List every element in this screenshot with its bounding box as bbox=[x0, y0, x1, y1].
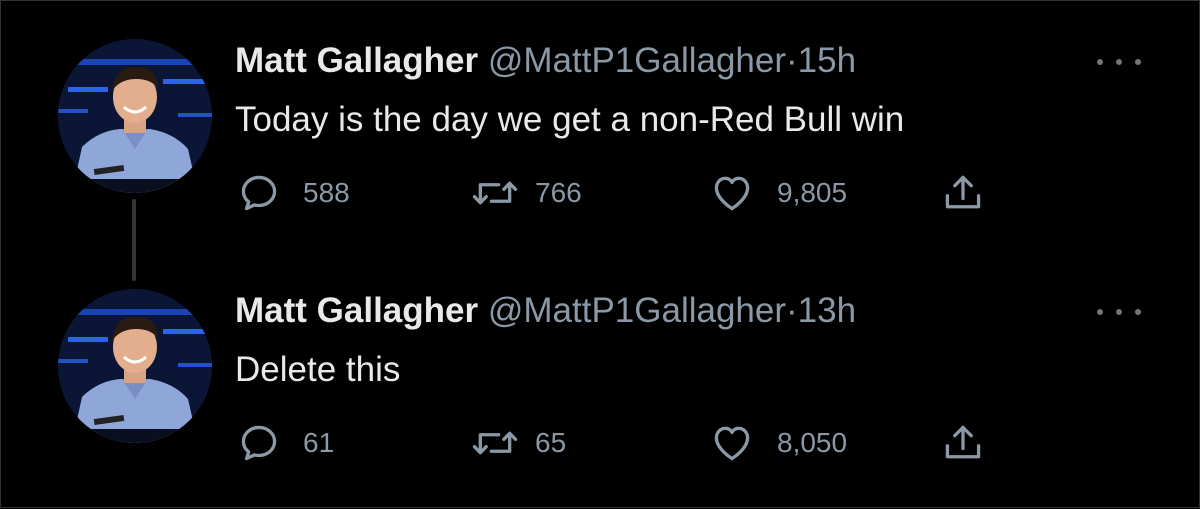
display-name[interactable]: Matt Gallagher bbox=[235, 291, 478, 330]
reply-count: 588 bbox=[303, 177, 350, 208]
like-button[interactable]: 9,805 bbox=[709, 169, 847, 217]
share-button[interactable] bbox=[941, 419, 985, 467]
reply-button[interactable]: 61 bbox=[237, 419, 334, 467]
separator-dot: · bbox=[786, 291, 798, 330]
retweet-button[interactable]: 65 bbox=[471, 419, 566, 467]
reply-icon bbox=[241, 425, 277, 461]
retweet-button[interactable]: 766 bbox=[471, 169, 582, 217]
retweet-icon bbox=[472, 431, 518, 455]
like-count: 8,050 bbox=[777, 427, 848, 458]
tweet-actions: 61 65 8,050 bbox=[1, 419, 1200, 467]
tweet-header: Matt Gallagher @MattP1Gallagher·13h bbox=[235, 289, 856, 333]
timestamp[interactable]: 13h bbox=[798, 291, 856, 330]
tweet-actions: 588 766 9,805 bbox=[1, 169, 1200, 217]
tweet[interactable]: Matt Gallagher @MattP1Gallagher·13h Dele… bbox=[1, 251, 1200, 509]
share-icon bbox=[945, 175, 981, 209]
more-icon[interactable] bbox=[1097, 303, 1141, 319]
separator-dot: · bbox=[786, 41, 798, 80]
reply-button[interactable]: 588 bbox=[237, 169, 350, 217]
tweet-thread: Matt Gallagher @MattP1Gallagher·15h Toda… bbox=[0, 0, 1200, 508]
timestamp[interactable]: 15h bbox=[798, 41, 856, 80]
user-handle[interactable]: @MattP1Gallagher bbox=[488, 41, 786, 80]
share-button[interactable] bbox=[941, 169, 985, 217]
share-icon bbox=[945, 425, 981, 459]
reply-icon bbox=[241, 175, 277, 211]
tweet-header: Matt Gallagher @MattP1Gallagher·15h bbox=[235, 39, 856, 83]
heart-icon bbox=[714, 426, 750, 461]
more-icon[interactable] bbox=[1097, 53, 1141, 69]
display-name[interactable]: Matt Gallagher bbox=[235, 41, 478, 80]
tweet-text: Delete this bbox=[235, 350, 401, 389]
like-count: 9,805 bbox=[777, 177, 848, 208]
retweet-count: 766 bbox=[535, 177, 582, 208]
tweet-text: Today is the day we get a non-Red Bull w… bbox=[235, 100, 905, 139]
reply-count: 61 bbox=[303, 427, 335, 458]
retweet-icon bbox=[472, 181, 518, 205]
user-handle[interactable]: @MattP1Gallagher bbox=[488, 291, 786, 330]
like-button[interactable]: 8,050 bbox=[709, 419, 847, 467]
retweet-count: 65 bbox=[535, 427, 567, 458]
tweet[interactable]: Matt Gallagher @MattP1Gallagher·15h Toda… bbox=[1, 1, 1200, 251]
heart-icon bbox=[714, 176, 750, 211]
